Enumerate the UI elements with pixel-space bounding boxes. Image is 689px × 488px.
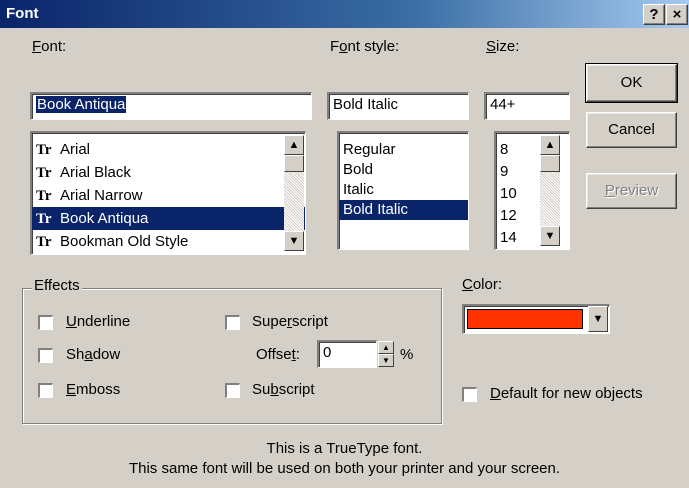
default-for-new-objects-label: Default for new objects <box>490 385 643 402</box>
preview-button[interactable]: Preview <box>586 173 677 209</box>
truetype-icon: Tr <box>36 142 52 158</box>
ok-button[interactable]: OK <box>585 63 678 103</box>
size-input[interactable]: 44+ <box>484 92 570 120</box>
title-bar <box>0 0 689 28</box>
underline-label: Underline <box>66 313 131 330</box>
font-list-scrollbar[interactable]: ▲ ▼ <box>284 135 304 251</box>
default-for-new-objects-checkbox[interactable] <box>462 387 477 402</box>
spin-up-icon[interactable]: ▲ <box>378 341 394 354</box>
font-style-value: Bold Italic <box>333 96 399 113</box>
shadow-label: Shadow <box>66 346 121 363</box>
scroll-down-icon[interactable]: ▼ <box>540 226 560 246</box>
scroll-thumb[interactable] <box>284 155 304 172</box>
spin-down-icon[interactable]: ▼ <box>378 354 394 367</box>
emboss-label: Emboss <box>66 381 121 398</box>
truetype-icon: Tr <box>36 211 52 227</box>
subscript-label: Subscript <box>252 381 315 398</box>
font-style-list[interactable]: Regular Bold Italic Bold Italic <box>337 131 469 250</box>
font-list-item-label: Arial <box>60 141 91 158</box>
font-style-list-item[interactable]: Italic <box>339 180 468 200</box>
color-label: Color: <box>462 276 503 293</box>
help-button[interactable]: ? <box>643 4 665 25</box>
font-style-list-item[interactable]: Regular <box>339 140 468 160</box>
font-list-item-label: Arial Narrow <box>60 187 143 204</box>
effects-title: Effects <box>32 277 82 294</box>
font-list-item-label: Arial Black <box>60 164 131 181</box>
font-label: Font: <box>32 38 67 55</box>
info-line-2: This same font will be used on both your… <box>128 460 561 477</box>
font-style-list-item[interactable]: Bold <box>339 160 468 180</box>
truetype-icon: Tr <box>36 165 52 181</box>
font-list-item[interactable]: Tr Arial Black <box>32 161 305 184</box>
emboss-checkbox[interactable] <box>38 383 53 398</box>
font-list-item[interactable]: Tr Book Antiqua <box>32 207 305 230</box>
offset-value: 0 <box>323 344 332 361</box>
color-swatch <box>467 309 583 329</box>
size-value: 44+ <box>490 96 516 113</box>
font-style-label: Font style: <box>330 38 400 55</box>
font-list-item-label: Book Antiqua <box>60 210 149 227</box>
offset-unit: % <box>400 346 414 363</box>
info-line-1: This is a TrueType font. <box>266 440 423 457</box>
subscript-checkbox[interactable] <box>225 383 240 398</box>
shadow-checkbox[interactable] <box>38 348 53 363</box>
offset-spinner[interactable]: ▲ ▼ <box>378 341 394 367</box>
scroll-up-icon[interactable]: ▲ <box>284 135 304 155</box>
truetype-icon: Tr <box>36 234 52 250</box>
underline-checkbox[interactable] <box>38 315 53 330</box>
cancel-button[interactable]: Cancel <box>586 112 677 148</box>
window-title: Font <box>6 5 39 22</box>
font-list-item[interactable]: Tr Arial Narrow <box>32 184 305 207</box>
font-list-item[interactable]: Tr Bookman Old Style <box>32 230 305 253</box>
font-list[interactable]: Tr Arial Tr Arial Black Tr Arial Narrow Tr Book… <box>30 131 306 255</box>
size-label: Size: <box>486 38 520 55</box>
size-list-scrollbar[interactable]: ▲ ▼ <box>540 135 560 246</box>
font-list-item[interactable]: Tr Arial <box>32 138 305 161</box>
offset-label: Offset: <box>256 346 300 363</box>
offset-input[interactable]: 0 <box>317 340 377 368</box>
scroll-thumb[interactable] <box>540 155 560 172</box>
superscript-label: Superscript <box>252 313 328 330</box>
color-dropdown-arrow-icon[interactable]: ▼ <box>588 306 608 332</box>
font-name-input[interactable]: Book Antiqua <box>30 92 312 120</box>
font-style-list-item[interactable]: Bold Italic <box>339 200 468 220</box>
font-list-item-label: Bookman Old Style <box>60 233 189 250</box>
superscript-checkbox[interactable] <box>225 315 240 330</box>
truetype-icon: Tr <box>36 188 52 204</box>
close-button[interactable]: × <box>666 4 688 25</box>
font-style-input[interactable]: Bold Italic <box>327 92 469 120</box>
font-name-value: Book Antiqua <box>36 96 127 113</box>
scroll-down-icon[interactable]: ▼ <box>284 231 304 251</box>
scroll-up-icon[interactable]: ▲ <box>540 135 560 155</box>
